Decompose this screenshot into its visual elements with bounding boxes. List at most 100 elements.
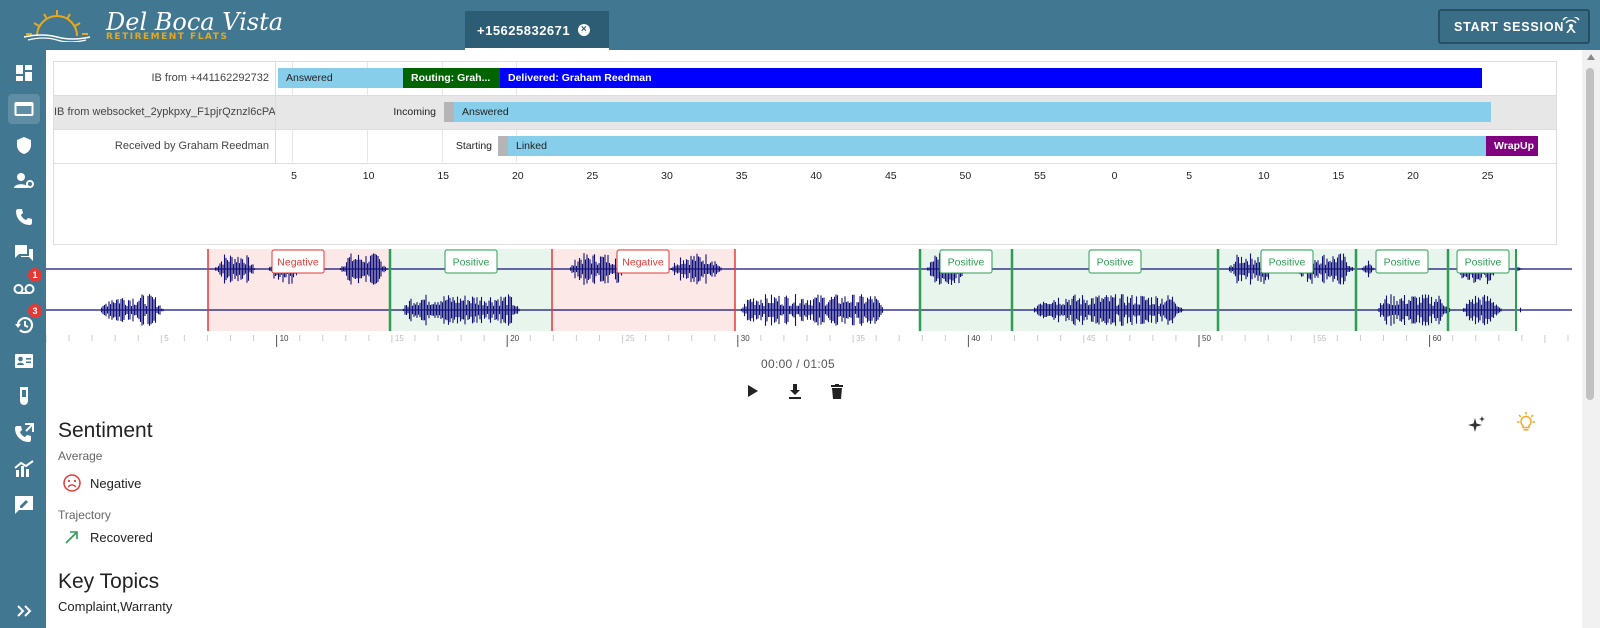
segment-starting-label: Starting xyxy=(455,140,492,152)
sidebar-item-security[interactable] xyxy=(8,130,40,160)
audio-waveform[interactable]: Negative Positive Negative Positive Positive… xyxy=(46,249,1572,331)
sidebar-item-voicemail[interactable]: 1 xyxy=(8,268,42,304)
sidebar-item-dashboard[interactable] xyxy=(8,58,40,88)
sunrise-logo-icon xyxy=(23,10,91,42)
sad-face-icon xyxy=(63,474,81,492)
segment-routing[interactable]: Routing: Grah... xyxy=(403,68,500,88)
segment-incoming[interactable] xyxy=(444,102,454,122)
timeline-tick-label: 30 xyxy=(661,170,673,182)
sidebar-item-chat[interactable] xyxy=(8,238,40,268)
key-topics-value: Complaint,Warranty xyxy=(58,599,173,614)
timeline-tick-label: 5 xyxy=(1186,170,1193,182)
insights-button[interactable] xyxy=(1517,412,1535,437)
sidebar-item-lab[interactable] xyxy=(8,382,40,412)
ruler-label: 55 xyxy=(1317,334,1326,343)
play-icon xyxy=(748,385,758,397)
ruler-label: 5 xyxy=(164,334,169,343)
flask-icon xyxy=(20,387,28,405)
sentiment-tag-label: Positive xyxy=(1384,257,1421,269)
scrollbar[interactable] xyxy=(1582,50,1600,628)
sentiment-tag-label: Positive xyxy=(1465,257,1502,269)
average-sentiment-value: Negative xyxy=(90,476,142,491)
ai-summary-button[interactable] xyxy=(1468,416,1486,439)
lightbulb-icon xyxy=(1517,412,1535,431)
segment-wrapup[interactable]: WrapUp xyxy=(1486,136,1538,156)
segment-answered[interactable]: Answered xyxy=(454,102,1491,122)
timeline-tick-label: 35 xyxy=(735,170,748,182)
sidebar-expand-button[interactable] xyxy=(8,596,40,626)
ruler-label: 30 xyxy=(741,334,750,343)
timeline-tick-label: 45 xyxy=(884,170,897,182)
sparkle-icon xyxy=(1468,416,1485,432)
download-icon xyxy=(789,384,801,399)
sidebar-item-folder[interactable] xyxy=(8,94,40,124)
timeline-tick-label: 10 xyxy=(362,170,375,182)
contact-card-icon xyxy=(15,354,33,368)
timeline-tick-label: 25 xyxy=(1481,170,1494,182)
sentiment-tag-label: Positive xyxy=(1097,257,1134,269)
delete-button[interactable] xyxy=(828,382,846,400)
logo-subtitle: RETIREMENT FLATS xyxy=(106,32,229,42)
expand-icon xyxy=(17,605,32,617)
sidebar-item-phone[interactable] xyxy=(8,202,40,232)
timeline-tick-label: 15 xyxy=(1332,170,1345,182)
call-tab-label: +15625832671 xyxy=(477,23,571,38)
trending-up-icon xyxy=(65,531,78,544)
timeline-tick-label: 25 xyxy=(586,170,599,182)
ruler-label: 35 xyxy=(856,334,865,343)
timeline-tick-label: 15 xyxy=(437,170,450,182)
segment-answered[interactable]: Answered xyxy=(278,68,403,88)
start-session-button[interactable]: START SESSION xyxy=(1438,9,1590,44)
timeline-row: IB from websocket_2ypkpxy_F1pjrQznzl6cPA… xyxy=(54,96,1556,130)
ruler-label: 60 xyxy=(1433,334,1442,343)
timeline-tick-label: 20 xyxy=(1407,170,1419,182)
play-button[interactable] xyxy=(744,382,762,400)
sidebar-item-call-forward[interactable] xyxy=(8,418,40,448)
sidebar-item-history[interactable]: 3 xyxy=(8,304,42,340)
ruler-label: 15 xyxy=(395,334,404,343)
timeline-row-label: IB from +441162292732 xyxy=(54,62,276,95)
sidebar-item-analytics[interactable] xyxy=(8,454,40,484)
trash-icon xyxy=(831,383,843,399)
ruler-label: 10 xyxy=(280,334,289,343)
ruler-label: 50 xyxy=(1202,334,1211,343)
timeline-row-label: Received by Graham Reedman xyxy=(54,130,276,163)
sidebar-item-user-settings[interactable] xyxy=(8,166,40,196)
voicemail-badge: 1 xyxy=(28,268,42,282)
user-settings-icon xyxy=(14,173,34,188)
scroll-thumb[interactable] xyxy=(1586,68,1594,400)
sentiment-heading: Sentiment xyxy=(58,419,153,442)
timeline-tick-label: 5 xyxy=(291,170,297,182)
chat-icon xyxy=(15,245,33,261)
history-icon xyxy=(15,317,34,334)
call-tab[interactable]: +15625832671 × xyxy=(465,11,609,50)
sentiment-tag-label: Negative xyxy=(622,257,664,269)
segment-starting[interactable] xyxy=(498,136,508,156)
ruler-label: 40 xyxy=(971,334,980,343)
close-icon[interactable]: × xyxy=(578,24,590,36)
segment-linked[interactable]: Linked xyxy=(508,136,1486,156)
ruler-label: 25 xyxy=(626,334,635,343)
ruler-label: 20 xyxy=(510,334,519,343)
main-content: IB from +441162292732 Answered Routing: … xyxy=(46,50,1576,628)
segment-delivered[interactable]: Delivered: Graham Reedman xyxy=(500,68,1482,88)
playback-time: 00:00 / 01:05 xyxy=(761,357,835,371)
analytics-icon xyxy=(14,460,34,477)
sentiment-tag-label: Positive xyxy=(948,257,985,269)
download-button[interactable] xyxy=(786,382,804,400)
ruler-label: 45 xyxy=(1087,334,1096,343)
trajectory-label: Trajectory xyxy=(58,508,111,522)
shield-icon xyxy=(17,136,31,154)
sidebar: 1 3 xyxy=(0,50,46,628)
timeline-row: IB from +441162292732 Answered Routing: … xyxy=(54,62,1556,96)
phone-forward-icon xyxy=(15,423,34,442)
sentiment-tag-label: Negative xyxy=(277,257,319,269)
timeline-tick-label: 20 xyxy=(511,170,524,182)
feedback-icon xyxy=(15,496,33,514)
timeline-row: Received by Graham Reedman Starting Link… xyxy=(54,130,1556,164)
timeline-tick-label: 55 xyxy=(1034,170,1046,182)
sidebar-item-feedback[interactable] xyxy=(8,490,40,520)
segment-incoming-label: Incoming xyxy=(393,106,436,118)
sidebar-item-contacts[interactable] xyxy=(8,346,40,376)
top-bar: Del Boca Vista RETIREMENT FLATS +1562583… xyxy=(0,0,1600,50)
